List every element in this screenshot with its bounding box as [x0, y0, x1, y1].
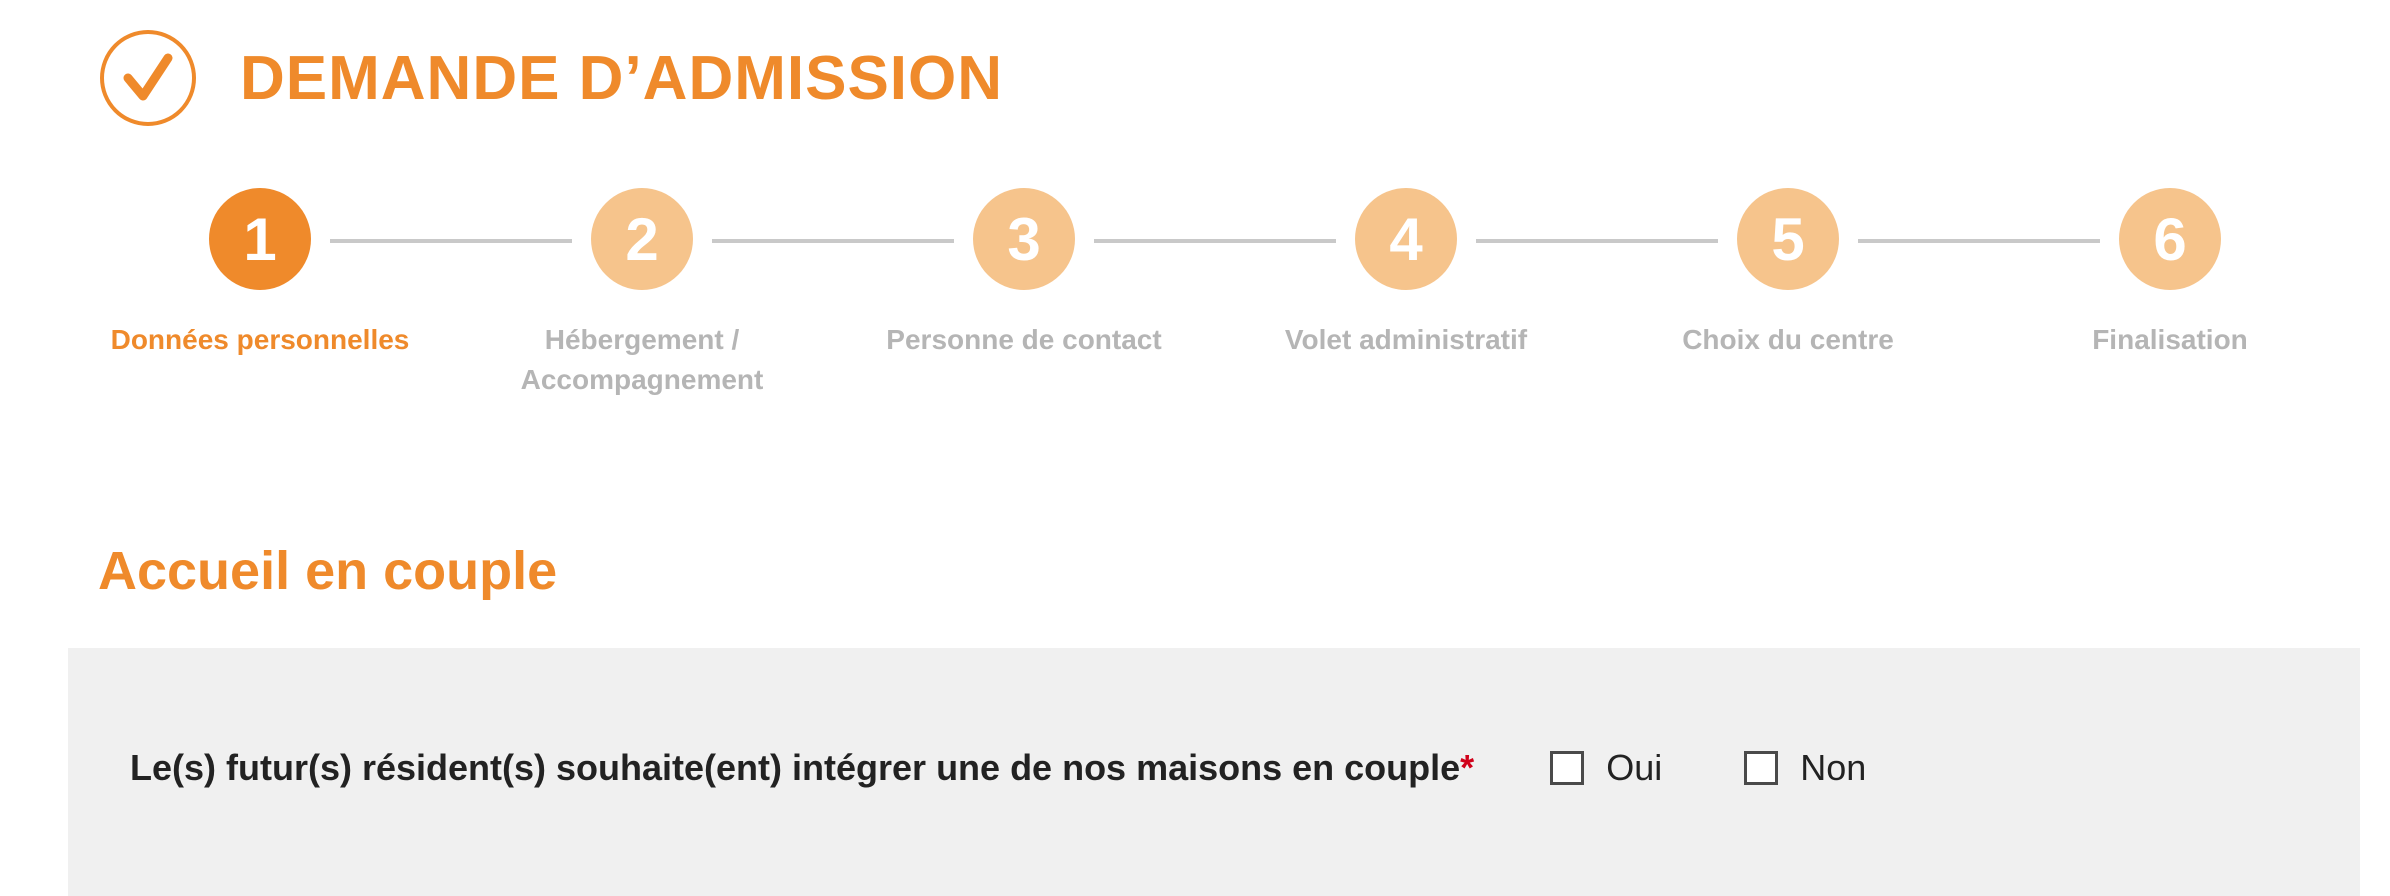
- page-title: DEMANDE D’ADMISSION: [240, 43, 1004, 113]
- step-label: Données personnelles: [110, 324, 410, 355]
- question-label: Le(s) futur(s) résident(s) souhaite(ent)…: [130, 747, 1461, 788]
- section-title: Accueil en couple: [98, 541, 558, 601]
- step-5[interactable]: 5 Choix du centre: [1618, 186, 1958, 360]
- option-oui[interactable]: Oui: [1550, 747, 1662, 789]
- option-label: Oui: [1606, 747, 1663, 788]
- required-asterisk: *: [1460, 747, 1475, 788]
- step-number: 4: [1355, 188, 1457, 290]
- step-4[interactable]: 4 Volet administratif: [1236, 186, 1576, 360]
- step-label: Finalisation: [2092, 324, 2248, 355]
- step-number: 5: [1737, 188, 1839, 290]
- option-non[interactable]: Non: [1744, 747, 1866, 789]
- step-number: 3: [973, 188, 1075, 290]
- page-header: DEMANDE D’ADMISSION: [98, 26, 1003, 130]
- progress-stepper: 1 Données personnelles 2 Hébergement / A…: [0, 186, 2390, 406]
- check-circle-icon: [100, 30, 196, 126]
- step-3[interactable]: 3 Personne de contact: [854, 186, 1194, 360]
- question-row: Le(s) futur(s) résident(s) souhaite(ent)…: [130, 738, 1866, 798]
- couple-question-panel: Le(s) futur(s) résident(s) souhaite(ent)…: [68, 648, 2360, 896]
- step-label: Volet administratif: [1284, 324, 1528, 355]
- admission-form-page: DEMANDE D’ADMISSION 1 Données personnell…: [0, 0, 2390, 896]
- non-checkbox[interactable]: [1744, 751, 1779, 785]
- oui-checkbox[interactable]: [1550, 751, 1585, 785]
- step-6[interactable]: 6 Finalisation: [2000, 186, 2340, 360]
- step-label: Choix du centre: [1682, 324, 1894, 355]
- step-1[interactable]: 1 Données personnelles: [90, 186, 430, 360]
- step-number: 2: [591, 188, 693, 290]
- step-number: 1: [209, 188, 311, 290]
- step-number: 6: [2119, 188, 2221, 290]
- step-2[interactable]: 2 Hébergement / Accompagnement: [472, 186, 812, 400]
- option-label: Non: [1800, 747, 1867, 788]
- step-label: Personne de contact: [886, 324, 1162, 355]
- step-label: Hébergement / Accompagnement: [520, 324, 764, 395]
